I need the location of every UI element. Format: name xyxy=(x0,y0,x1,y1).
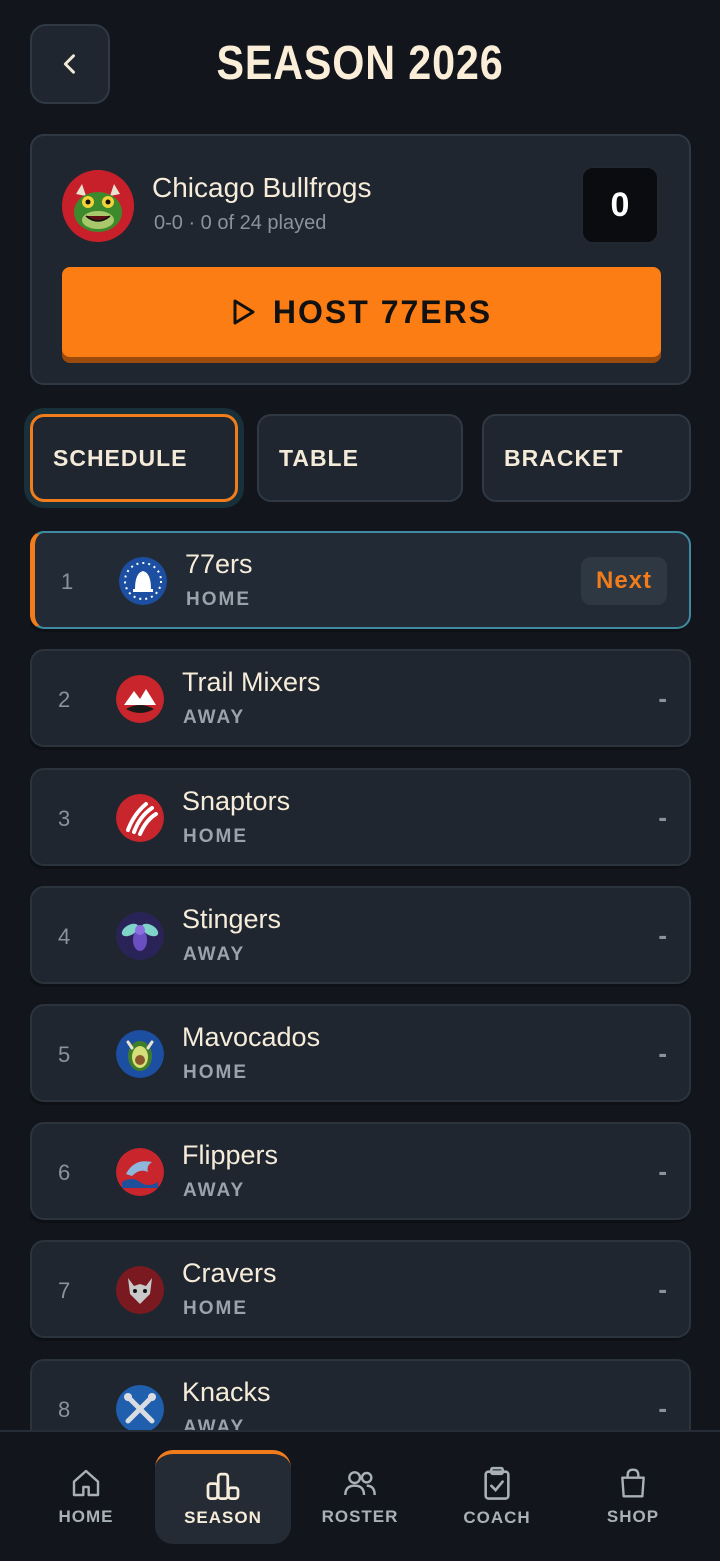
header: SEASON 2026 xyxy=(0,0,720,132)
nav-label: SEASON xyxy=(184,1508,262,1527)
nav-label: HOME xyxy=(58,1507,114,1526)
nav-roster[interactable]: ROSTER xyxy=(292,1450,428,1544)
dolphin-icon xyxy=(116,1148,164,1196)
game-number: 6 xyxy=(58,1160,71,1185)
game-number: 2 xyxy=(58,687,71,712)
schedule-row[interactable]: 3 Snaptors HOME - xyxy=(30,768,691,866)
opponent-name: 77ers xyxy=(185,549,253,579)
podium-icon xyxy=(206,1472,240,1500)
opponent-name: Cravers xyxy=(182,1258,277,1288)
game-number: 3 xyxy=(58,806,71,831)
page-title: SEASON 2026 xyxy=(216,37,504,90)
venue-label: HOME xyxy=(186,589,251,610)
avocado-icon xyxy=(116,1030,164,1078)
wolf-icon xyxy=(116,1266,164,1314)
play-icon xyxy=(233,299,255,325)
game-result: - xyxy=(658,683,667,713)
venue-label: HOME xyxy=(183,1062,248,1083)
game-number: 8 xyxy=(58,1397,71,1422)
score-display: 0 xyxy=(581,166,659,244)
clipboard-icon xyxy=(484,1466,510,1500)
team-card: Chicago Bullfrogs 0-0 · 0 of 24 played 0… xyxy=(30,134,691,385)
venue-label: AWAY xyxy=(183,1180,246,1201)
venue-label: HOME xyxy=(183,826,248,847)
claw-icon xyxy=(116,794,164,842)
game-result: - xyxy=(658,1393,667,1423)
liberty-bell-icon xyxy=(119,557,167,605)
team-record: 0-0 · 0 of 24 played xyxy=(154,212,327,234)
opponent-name: Flippers xyxy=(182,1140,279,1170)
schedule-row[interactable]: 8 Knacks AWAY - xyxy=(30,1359,691,1431)
nav-label: SHOP xyxy=(606,1507,660,1526)
game-number: 5 xyxy=(58,1042,71,1067)
host-button-label: HOST 77ERS xyxy=(272,293,493,330)
tab-bracket[interactable]: BRACKET xyxy=(482,414,691,502)
game-number: 7 xyxy=(58,1278,71,1303)
venue-label: AWAY xyxy=(183,1417,246,1431)
tab-label: SCHEDULE xyxy=(53,444,188,471)
game-result: - xyxy=(658,1038,667,1068)
game-number: 1 xyxy=(61,569,74,594)
schedule-row[interactable]: 4 Stingers AWAY - xyxy=(30,886,691,984)
game-result: - xyxy=(658,1274,667,1304)
tab-label: BRACKET xyxy=(504,444,624,471)
schedule-row[interactable]: 6 Flippers AWAY - xyxy=(30,1122,691,1220)
nav-season[interactable]: SEASON xyxy=(155,1450,291,1544)
hornet-icon xyxy=(116,912,164,960)
wrench-icon xyxy=(116,1385,164,1431)
team-name: Chicago Bullfrogs xyxy=(152,172,372,203)
home-icon xyxy=(72,1469,100,1497)
nav-shop[interactable]: SHOP xyxy=(565,1450,701,1544)
schedule-row[interactable]: 5 Mavocados HOME - xyxy=(30,1004,691,1102)
opponent-name: Trail Mixers xyxy=(182,667,321,697)
nav-label: ROSTER xyxy=(321,1507,399,1526)
game-result: - xyxy=(658,1156,667,1186)
venue-label: HOME xyxy=(183,1298,248,1319)
nav-coach[interactable]: COACH xyxy=(429,1450,565,1544)
bullfrog-logo-icon xyxy=(62,170,134,242)
bag-icon xyxy=(621,1468,645,1498)
bottom-navigation: HOME SEASON ROSTER COACH SHOP xyxy=(0,1430,720,1561)
nav-label: COACH xyxy=(463,1508,531,1527)
opponent-name: Stingers xyxy=(182,904,282,934)
host-game-button[interactable]: HOST 77ERS xyxy=(62,267,661,357)
tab-schedule[interactable]: SCHEDULE xyxy=(30,414,238,502)
game-result: - xyxy=(658,802,667,832)
opponent-name: Snaptors xyxy=(182,786,291,816)
schedule-list[interactable]: 1 77ers HOME Next 2 Trail Mixers AWAY - … xyxy=(30,531,691,1431)
users-icon xyxy=(344,1471,376,1496)
game-result: - xyxy=(658,920,667,950)
next-badge: Next xyxy=(581,557,667,605)
schedule-row[interactable]: 7 Cravers HOME - xyxy=(30,1240,691,1338)
mountain-icon xyxy=(116,675,164,723)
schedule-row[interactable]: 1 77ers HOME Next xyxy=(30,531,691,629)
tab-table[interactable]: TABLE xyxy=(257,414,463,502)
venue-label: AWAY xyxy=(183,707,246,728)
opponent-name: Knacks xyxy=(182,1377,271,1407)
game-number: 4 xyxy=(58,924,71,949)
opponent-name: Mavocados xyxy=(182,1022,321,1052)
schedule-row[interactable]: 2 Trail Mixers AWAY - xyxy=(30,649,691,747)
nav-home[interactable]: HOME xyxy=(18,1450,154,1544)
tab-label: TABLE xyxy=(279,444,359,471)
venue-label: AWAY xyxy=(183,944,246,965)
